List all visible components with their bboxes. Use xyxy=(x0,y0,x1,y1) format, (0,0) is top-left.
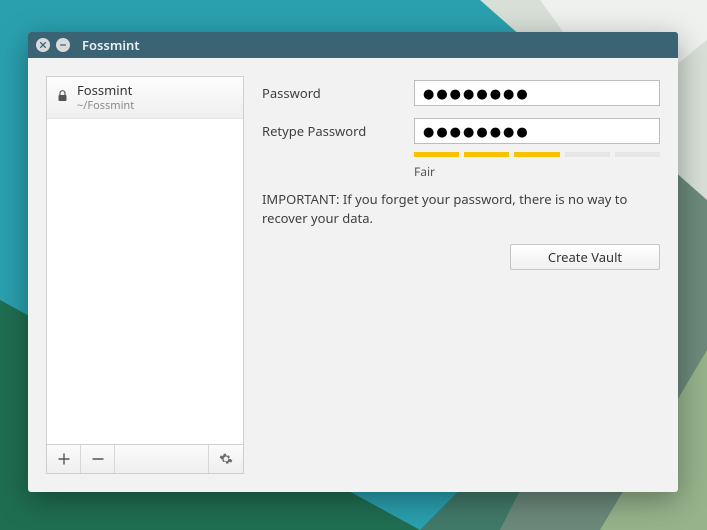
remove-vault-button[interactable] xyxy=(81,445,115,473)
vault-item-labels: Fossmint ~/Fossmint xyxy=(77,83,134,112)
strength-meter xyxy=(414,152,660,157)
desktop: Fossmint Fossmint ~/Fossmint xyxy=(0,0,707,530)
main-panel: Password Retype Password Fair xyxy=(262,76,660,474)
titlebar: Fossmint xyxy=(28,32,678,58)
strength-segment xyxy=(464,152,509,157)
vault-item-name: Fossmint xyxy=(77,83,134,99)
add-vault-button[interactable] xyxy=(47,445,81,473)
lock-icon xyxy=(55,88,69,106)
minus-icon xyxy=(92,453,104,465)
window-body: Fossmint ~/Fossmint xyxy=(28,58,678,492)
gear-icon xyxy=(219,452,233,466)
password-strength: Fair xyxy=(414,152,660,180)
strength-segment xyxy=(565,152,610,157)
retype-password-input[interactable] xyxy=(414,118,660,144)
vault-list-item[interactable]: Fossmint ~/Fossmint xyxy=(47,77,243,119)
create-vault-button[interactable]: Create Vault xyxy=(510,244,660,270)
strength-segment xyxy=(414,152,459,157)
minimize-icon xyxy=(59,41,67,49)
strength-segment xyxy=(615,152,660,157)
password-label: Password xyxy=(262,84,402,102)
plus-icon xyxy=(58,453,70,465)
strength-label: Fair xyxy=(414,163,660,180)
vault-item-path: ~/Fossmint xyxy=(77,99,134,112)
password-warning: IMPORTANT: If you forget your password, … xyxy=(262,190,632,228)
sidebar: Fossmint ~/Fossmint xyxy=(46,76,244,474)
toolbar-spacer xyxy=(115,445,209,473)
app-window: Fossmint Fossmint ~/Fossmint xyxy=(28,32,678,492)
vault-list[interactable]: Fossmint ~/Fossmint xyxy=(46,76,244,444)
settings-button[interactable] xyxy=(209,445,243,473)
strength-segment xyxy=(514,152,559,157)
close-icon xyxy=(39,41,47,49)
password-input[interactable] xyxy=(414,80,660,106)
actions-row: Create Vault xyxy=(262,244,660,270)
sidebar-toolbar xyxy=(46,444,244,474)
window-close-button[interactable] xyxy=(36,38,50,52)
retype-password-row: Retype Password xyxy=(262,118,660,144)
password-row: Password xyxy=(262,80,660,106)
window-title: Fossmint xyxy=(82,36,140,54)
window-minimize-button[interactable] xyxy=(56,38,70,52)
retype-password-label: Retype Password xyxy=(262,122,402,140)
